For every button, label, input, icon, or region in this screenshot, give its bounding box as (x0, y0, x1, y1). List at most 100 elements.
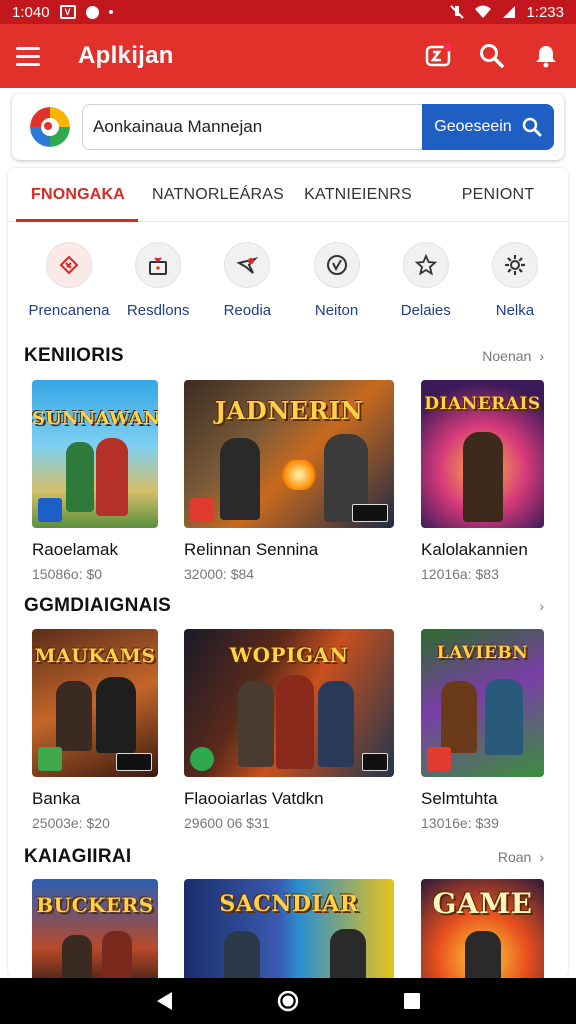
section-more-link[interactable]: › (531, 598, 544, 614)
star-icon (402, 242, 449, 288)
chevron-right-icon: › (539, 348, 544, 364)
game-meta: 15086o: $0 (32, 566, 103, 582)
notification-app-icon: V (59, 5, 76, 19)
game-thumbnail: WOPIGAN (184, 629, 394, 777)
back-icon[interactable] (150, 987, 178, 1015)
game-name: Raoelamak (32, 540, 118, 559)
section-more-link[interactable]: Roan › (498, 849, 544, 865)
tab-bar: FNONGAKA NATNORLEÁRAS KATNIEIENRS PENION… (8, 168, 568, 222)
game-badge-icon (427, 747, 451, 771)
section-more-label: Roan (497, 849, 532, 865)
search-button[interactable]: Geoeseein (422, 104, 554, 150)
star-pin-icon (224, 242, 271, 288)
bell-icon[interactable] (532, 42, 560, 70)
app-bar: Aplkijan (0, 24, 576, 88)
game-thumbnail: BUCKERS (32, 879, 158, 978)
status-bar: 1:040 V 1:233 (0, 0, 576, 24)
game-thumbnail: GAME (421, 879, 544, 978)
section-more-label: Noenan (482, 348, 532, 364)
app-logo-icon (30, 107, 70, 147)
game-rating-icon (362, 753, 388, 771)
gift-icon (135, 242, 182, 288)
game-art-title: WOPIGAN (229, 643, 349, 667)
game-meta: 12016a: $83 (421, 566, 499, 582)
search-button-label: Geoeseein (434, 118, 512, 135)
game-thumbnail: DIANERAIS (421, 380, 544, 528)
mute-icon (450, 5, 465, 19)
game-badge-icon (38, 747, 62, 771)
section-title: KAIAGIIRAI (24, 846, 132, 867)
game-thumbnail: LAVIEBN (421, 629, 544, 777)
game-card[interactable]: MAUKAMS Banka 25003e: $20 (32, 629, 158, 831)
game-name: Kalolakannien (421, 540, 528, 559)
category-label: Reodia (223, 302, 272, 319)
category-label: Delaies (400, 302, 451, 319)
game-badge-icon (190, 747, 214, 771)
game-card[interactable]: JADNERIN Relinnan Sennina 32000: $84 (184, 380, 394, 582)
search-icon[interactable] (478, 42, 506, 70)
game-art-title: GAME (432, 887, 533, 920)
game-badge-icon (190, 498, 214, 522)
game-name: Flaooiarlas Vatdkn (184, 789, 324, 808)
game-art-title: MAUKAMS (34, 645, 156, 667)
game-rating-icon (116, 753, 152, 771)
game-card[interactable]: GAME (421, 879, 544, 978)
status-right-time: 1:233 (526, 3, 564, 21)
game-card[interactable]: WOPIGAN Flaooiarlas Vatdkn 29600 06 $31 (184, 629, 394, 831)
tab-4[interactable]: PENIONT (428, 168, 568, 221)
game-art-title: LAVIEBN (436, 643, 529, 663)
tab-2[interactable]: NATNORLEÁRAS (148, 168, 288, 221)
game-thumbnail: MAUKAMS (32, 629, 158, 777)
notification-circle-icon (85, 5, 99, 19)
section-header: GGMDIAIGNAIS › (24, 594, 544, 618)
menu-icon[interactable] (16, 40, 48, 72)
compass-icon (313, 242, 360, 288)
game-card[interactable]: SUNNAWAN Raoelamak 15086o: $0 (32, 380, 158, 582)
system-nav-bar (0, 978, 576, 1024)
section-more-link[interactable]: Noenan › (482, 348, 544, 364)
game-card[interactable]: DIANERAIS Kalolakannien 12016a: $83 (421, 380, 544, 582)
category-label: Nelka (495, 302, 535, 319)
category-label: Neiton (314, 302, 359, 319)
game-card[interactable]: BUCKERS (32, 879, 158, 978)
game-art-title: JADNERIN (214, 396, 364, 425)
game-meta: 25003e: $20 (32, 815, 110, 831)
game-thumbnail: JADNERIN (184, 380, 394, 528)
game-thumbnail: SACNDIAR (184, 879, 394, 978)
game-name: Banka (32, 789, 81, 808)
game-art-title: BUCKERS (36, 893, 154, 917)
game-meta: 29600 06 $31 (184, 815, 270, 831)
section-title: KENIIORIS (24, 345, 124, 366)
tab-3[interactable]: KATNIEIENRS (288, 168, 428, 221)
wifi-icon (475, 5, 492, 18)
chevron-right-icon: › (539, 598, 544, 614)
game-card[interactable]: SACNDIAR (184, 879, 394, 978)
game-thumbnail: SUNNAWAN (32, 380, 158, 528)
search-card: Aonkainaua Mannejan Geoeseein (12, 94, 564, 160)
game-art-title: SUNNAWAN (32, 408, 158, 429)
notification-dot-icon (108, 10, 113, 14)
status-time: 1:040 (12, 3, 50, 21)
app-title: Aplkijan (78, 42, 174, 69)
signal-icon (503, 6, 516, 18)
category-label: Prencanena (28, 302, 110, 319)
section-header: KAIAGIIRAI Roan › (24, 845, 544, 869)
gamepad-badge-icon[interactable] (424, 42, 452, 70)
chevron-right-icon: › (539, 849, 544, 865)
section-header: KENIIORIS Noenan › (24, 344, 544, 368)
search-button-icon (522, 117, 542, 137)
active-tab-indicator (16, 219, 138, 222)
puzzle-icon (46, 242, 92, 288)
recents-icon[interactable] (398, 987, 426, 1015)
game-meta: 13016e: $39 (421, 815, 499, 831)
game-art-title: SACNDIAR (219, 891, 359, 917)
game-card[interactable]: LAVIEBN Selmtuhta 13016e: $39 (421, 629, 544, 831)
category-label: Resdlons (126, 302, 190, 319)
tab-1[interactable]: FNONGAKA (8, 168, 148, 221)
home-icon[interactable] (274, 987, 302, 1015)
game-name: Relinnan Sennina (184, 540, 319, 559)
game-badge-icon (38, 498, 62, 522)
search-input[interactable]: Aonkainaua Mannejan (82, 104, 422, 150)
game-rating-icon (352, 504, 388, 522)
gear-icon (491, 242, 538, 288)
